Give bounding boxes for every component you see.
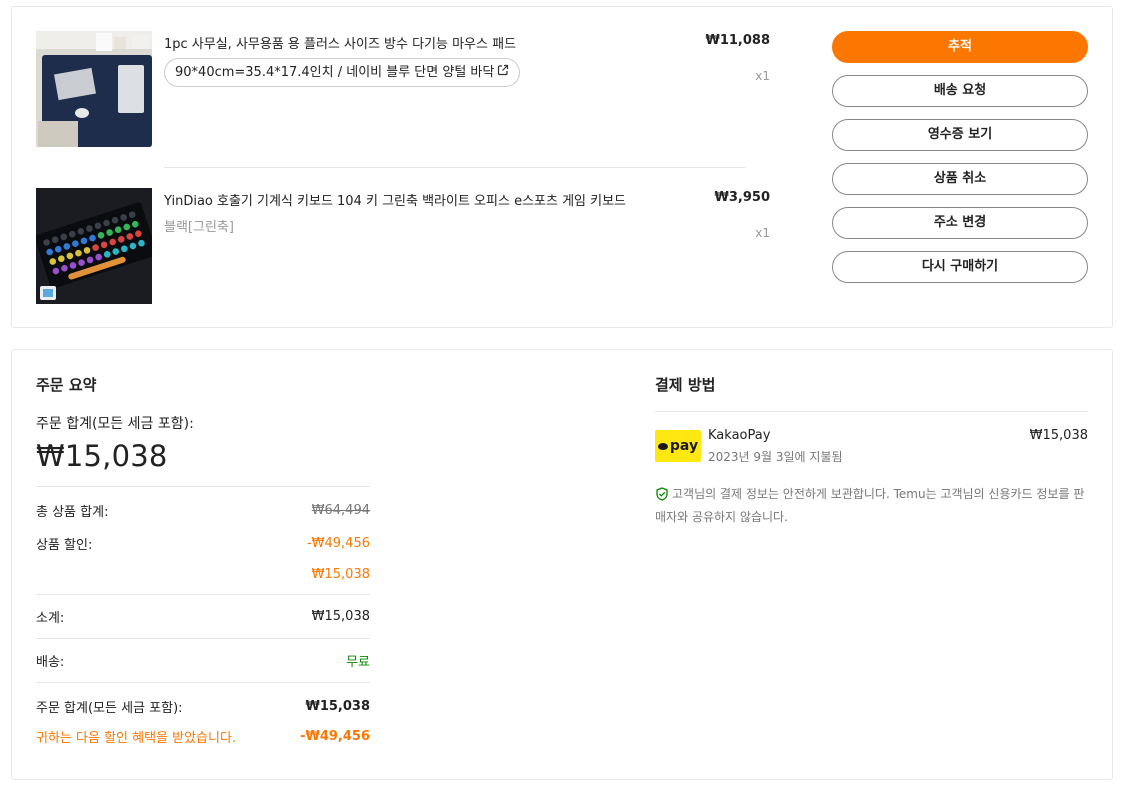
item-divider <box>164 167 746 168</box>
view-receipt-button[interactable]: 영수증 보기 <box>832 119 1088 151</box>
discount-value: -₩49,456 <box>306 536 370 551</box>
chat-bubble-icon <box>657 442 668 450</box>
item-price: ₩11,088 <box>705 33 770 48</box>
order-items-card: 1pc 사무실, 사무용품 용 플러스 사이즈 방수 다기능 마우스 패드 ₩1… <box>11 6 1113 328</box>
item-quantity: x1 <box>755 69 770 83</box>
savings-value: -₩49,456 <box>300 729 370 744</box>
item-total-row: 총 상품 합계: ₩64,494 <box>36 501 370 520</box>
variant-selector[interactable]: 90*40cm=35.4*17.4인치 / 네이비 블루 단면 양털 바닥 <box>164 58 521 87</box>
order-total-value: ₩15,038 <box>305 699 370 714</box>
divider <box>36 638 370 639</box>
order-total-row: 주문 합계(모든 세금 포함): ₩15,038 <box>36 697 370 716</box>
shipping-label: 배송: <box>36 655 65 670</box>
savings-row: 귀하는 다음 할인 혜택을 받았습니다. -₩49,456 <box>36 727 370 746</box>
payment-method-title: 결제 방법 <box>655 376 716 394</box>
payment-date: 2023년 9월 3일에 지불됨 <box>708 450 843 464</box>
delivery-request-button[interactable]: 배송 요청 <box>832 75 1088 107</box>
order-total-label: 주문 합계(모든 세금 포함): <box>36 701 183 716</box>
subtotal-label: 소계: <box>36 611 65 626</box>
divider <box>36 486 370 487</box>
item-quantity: x1 <box>755 226 770 240</box>
kakaopay-logo-text: pay <box>669 438 699 454</box>
payment-amount: ₩15,038 <box>1029 428 1088 443</box>
buy-again-button[interactable]: 다시 구매하기 <box>832 251 1088 283</box>
total-label: 주문 합계(모든 세금 포함): <box>36 416 194 432</box>
change-address-button[interactable]: 주소 변경 <box>832 207 1088 239</box>
external-link-icon <box>497 59 509 86</box>
track-button[interactable]: 추적 <box>832 31 1088 63</box>
item-title[interactable]: 1pc 사무실, 사무용품 용 플러스 사이즈 방수 다기능 마우스 패드 <box>164 33 664 52</box>
shipping-row: 배송: 무료 <box>36 651 370 670</box>
security-notice: 고객님의 결제 정보는 안전하게 보관합니다. Temu는 고객님의 신용카드 … <box>655 484 1088 527</box>
order-actions: 추적 배송 요청 영수증 보기 상품 취소 주소 변경 다시 구매하기 <box>832 31 1088 295</box>
item-total-label: 총 상품 합계: <box>36 505 109 520</box>
variant-label: 블랙[그린축] <box>164 220 234 235</box>
variant-label: 90*40cm=35.4*17.4인치 / 네이비 블루 단면 양털 바닥 <box>175 65 495 80</box>
discounted-value: ₩15,038 <box>311 567 370 582</box>
cancel-item-button[interactable]: 상품 취소 <box>832 163 1088 195</box>
item-total-value: ₩64,494 <box>311 503 370 518</box>
savings-label: 귀하는 다음 할인 혜택을 받았습니다. <box>36 731 237 746</box>
order-item: 1pc 사무실, 사무용품 용 플러스 사이즈 방수 다기능 마우스 패드 ₩1… <box>36 31 770 148</box>
divider <box>655 411 1088 412</box>
mouse-pad-product-image[interactable] <box>36 31 152 147</box>
payment-row: pay KakaoPay 2023년 9월 3일에 지불됨 ₩15,038 <box>655 428 1088 464</box>
item-title[interactable]: YinDiao 호출기 기계식 키보드 104 키 그린축 백라이트 오피스 e… <box>164 190 664 209</box>
divider <box>36 682 370 683</box>
discount-label: 상품 할인: <box>36 538 93 553</box>
order-details-card: 주문 요약 주문 합계(모든 세금 포함): ₩15,038 총 상품 합계: … <box>11 349 1113 780</box>
subtotal-value: ₩15,038 <box>311 609 370 624</box>
order-summary: 주문 요약 주문 합계(모든 세금 포함): ₩15,038 총 상품 합계: … <box>36 374 370 746</box>
payment-method: 결제 방법 pay KakaoPay 2023년 9월 3일에 지불됨 ₩15,… <box>655 374 1088 527</box>
shipping-value: 무료 <box>346 655 370 670</box>
discount-row: 상품 할인: -₩49,456 <box>36 534 370 553</box>
keyboard-product-image[interactable] <box>36 188 152 304</box>
security-notice-text: 고객님의 결제 정보는 안전하게 보관합니다. Temu는 고객님의 신용카드 … <box>655 487 1085 524</box>
payment-method-name: KakaoPay <box>708 428 771 443</box>
order-item: YinDiao 호출기 기계식 키보드 104 키 그린축 백라이트 오피스 e… <box>36 188 770 305</box>
item-price: ₩3,950 <box>714 190 770 205</box>
kakaopay-logo: pay <box>655 430 701 462</box>
shield-check-icon <box>655 487 669 507</box>
total-amount: ₩15,038 <box>36 439 168 473</box>
discounted-row: ₩15,038 <box>36 567 370 582</box>
order-summary-title: 주문 요약 <box>36 376 97 394</box>
subtotal-row: 소계: ₩15,038 <box>36 607 370 626</box>
divider <box>36 594 370 595</box>
